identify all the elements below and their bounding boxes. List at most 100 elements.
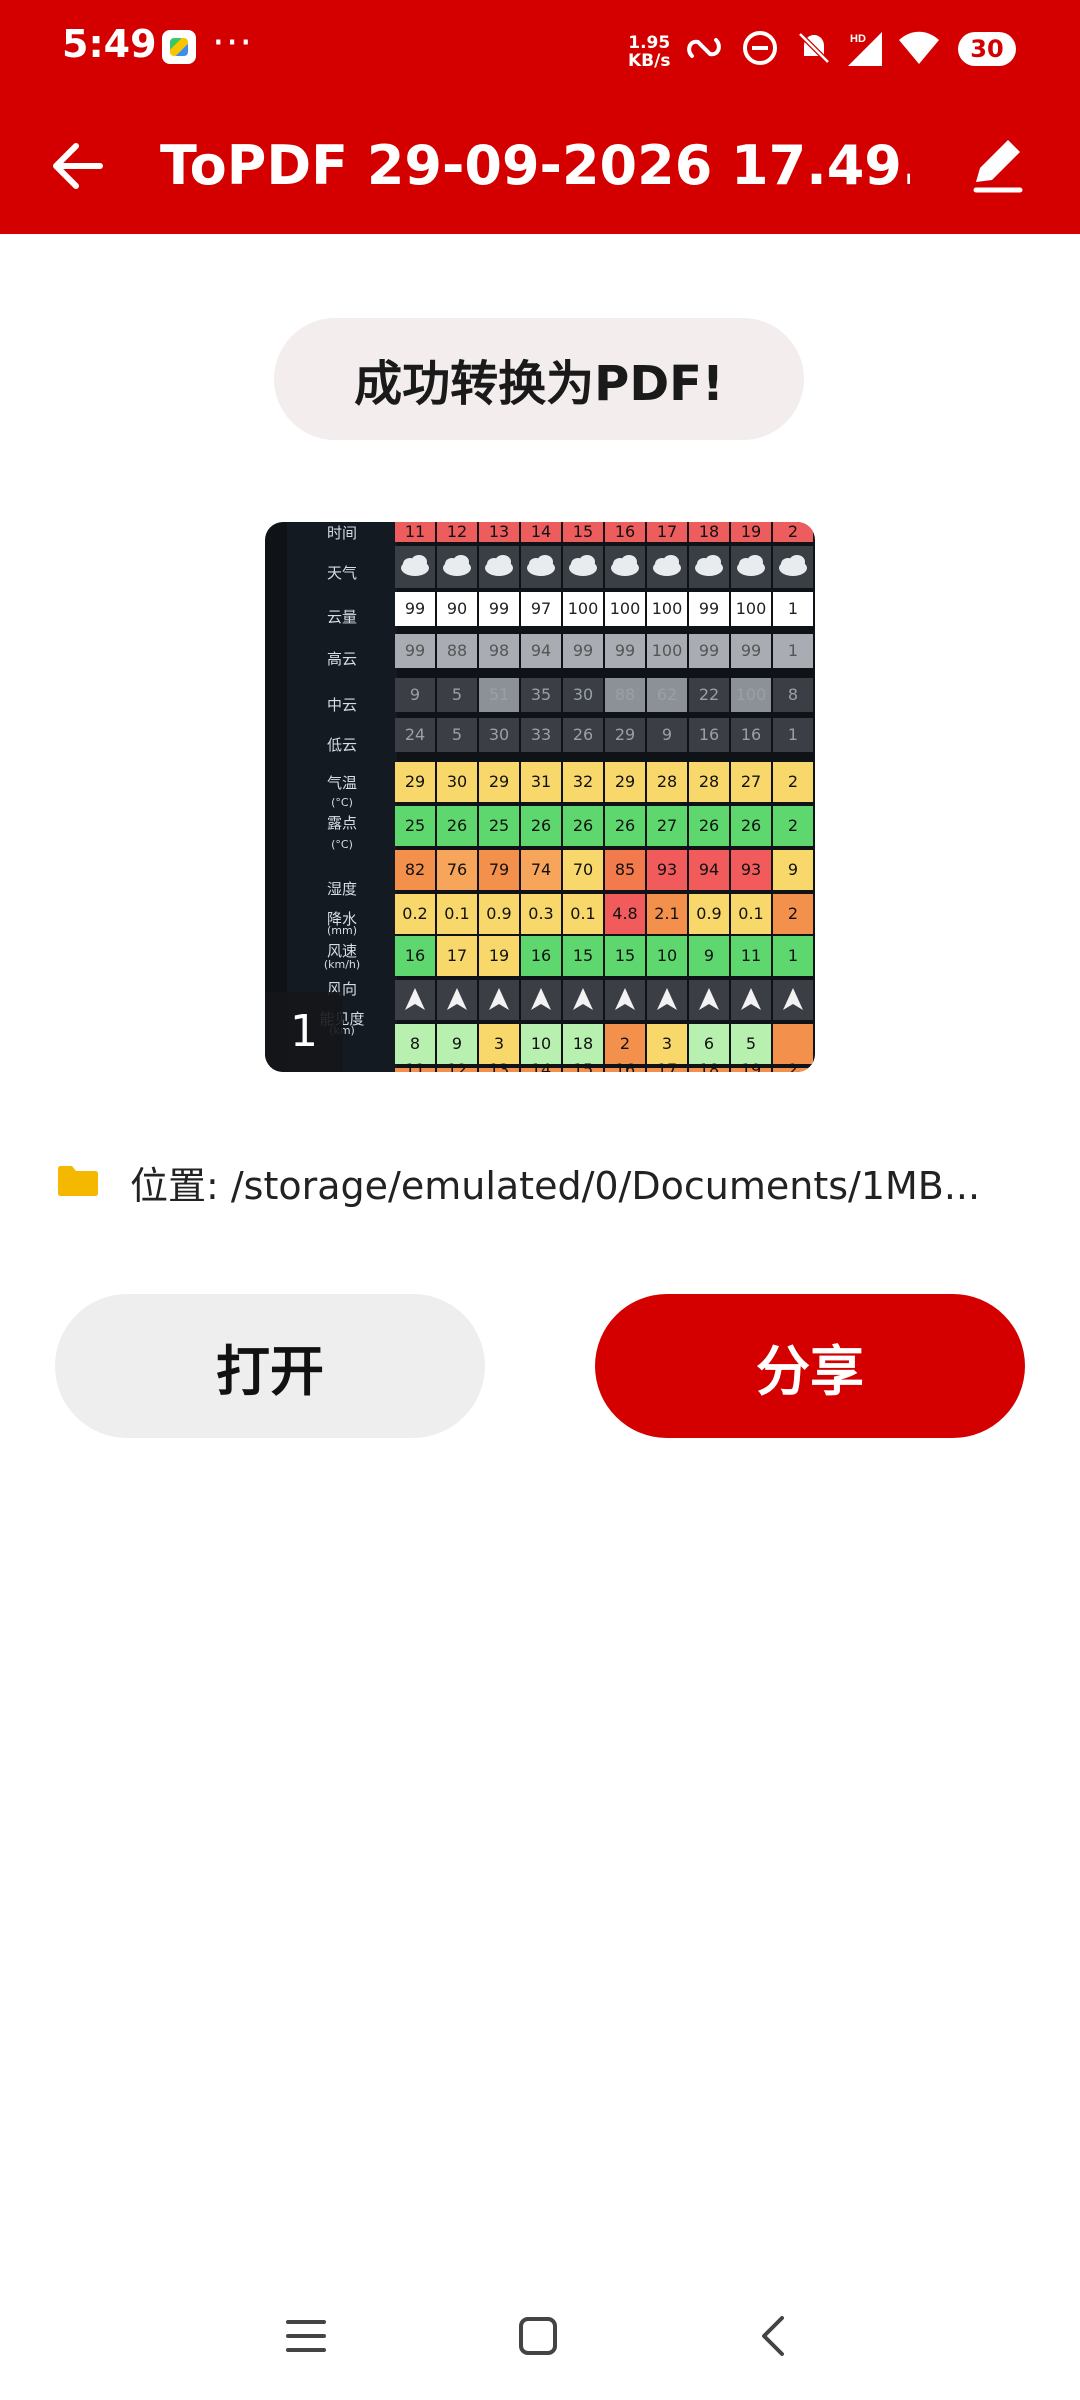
preview-cell: 97 [521, 592, 561, 626]
top-bar: 5:49 ··· 1.95 KB/s HD 30 ToPDF 29-09-202… [0, 0, 1080, 234]
preview-cell: 25 [395, 806, 435, 846]
preview-cell: 98 [479, 634, 519, 668]
back-chevron-icon[interactable] [744, 2306, 804, 2366]
wind-arrow-icon [773, 980, 813, 1020]
row-label: 露点 [326, 814, 357, 832]
preview-cell: 29 [605, 718, 645, 752]
row-labels: 时间 天气 云量 高云 中云 低云 气温 (°C) 露点 (°C) 湿度 降水 (mm) 风速 (km/h)… [287, 522, 397, 1072]
open-button[interactable]: 打开 [55, 1294, 485, 1438]
app-store-icon [162, 30, 196, 64]
preview-cell: 15 [563, 522, 603, 542]
preview-cell: 19 [731, 522, 771, 542]
preview-cell: 93 [647, 850, 687, 890]
navigation-bar [0, 2280, 1080, 2400]
preview-cell: 2 [773, 762, 813, 802]
preview-cell: 2 [773, 806, 813, 846]
status-time: 5:49 [62, 22, 157, 66]
preview-cell: 85 [605, 850, 645, 890]
row-label: 湿度 [326, 880, 357, 898]
preview-cell: 18 [689, 522, 729, 542]
preview-cell: 5 [437, 678, 477, 712]
preview-cell: 30 [437, 762, 477, 802]
cloud-icon [479, 546, 519, 588]
preview-cell: 9 [437, 1024, 477, 1064]
preview-cell: 0.1 [563, 894, 603, 934]
row-label: 云量 [326, 608, 357, 626]
preview-cell: 12 [437, 522, 477, 542]
preview-cell: 0.1 [437, 894, 477, 934]
preview-cell: 13 [479, 522, 519, 542]
menu-icon[interactable] [276, 2306, 336, 2366]
back-arrow-icon[interactable] [44, 132, 112, 200]
preview-cell: 26 [563, 806, 603, 846]
success-message: 成功转换为PDF! [274, 318, 804, 440]
preview-cell: 26 [563, 718, 603, 752]
preview-cell: 0.2 [395, 894, 435, 934]
preview-cell: 0.9 [689, 894, 729, 934]
preview-cell: 88 [437, 634, 477, 668]
preview-cell: 10 [647, 936, 687, 976]
preview-cell: 28 [647, 762, 687, 802]
preview-cell: 16 [395, 936, 435, 976]
pdf-preview-thumbnail[interactable]: 时间 天气 云量 高云 中云 低云 气温 (°C) 露点 (°C) 湿度 降水 (mm) 风速 (km/h)… [265, 522, 815, 1072]
cloud-icon [437, 546, 477, 588]
preview-cell: 9 [395, 678, 435, 712]
preview-cell: 19 [731, 1062, 771, 1072]
preview-cell: 100 [647, 634, 687, 668]
preview-cell: 15 [563, 1062, 603, 1072]
preview-cell: 9 [647, 718, 687, 752]
cloud-icon [563, 546, 603, 588]
preview-cell: 99 [395, 592, 435, 626]
preview-cell: 26 [689, 806, 729, 846]
preview-cell: 2 [773, 1062, 813, 1072]
wind-arrow-icon [605, 980, 645, 1020]
preview-cell: 2.1 [647, 894, 687, 934]
muted-bell-icon [798, 32, 830, 64]
preview-cell: 10 [521, 1024, 561, 1064]
row-label: 高云 [326, 650, 357, 668]
document-title: ToPDF 29-09-2026 17.49.25 [160, 134, 910, 197]
cloud-icon [521, 546, 561, 588]
preview-cell: 8 [395, 1024, 435, 1064]
home-square-icon[interactable] [508, 2306, 568, 2366]
preview-cell: 90 [437, 592, 477, 626]
preview-cell: 1 [773, 592, 813, 626]
net-speed-value: 1.95 [628, 33, 671, 53]
preview-cell: 29 [479, 762, 519, 802]
preview-cell: 0.9 [479, 894, 519, 934]
wind-arrow-icon [647, 980, 687, 1020]
preview-cell: 76 [437, 850, 477, 890]
share-button[interactable]: 分享 [595, 1294, 1025, 1438]
preview-cell: 26 [731, 806, 771, 846]
preview-cell: 62 [647, 678, 687, 712]
preview-cell: 74 [521, 850, 561, 890]
preview-cell: 11 [731, 936, 771, 976]
preview-cell: 28 [689, 762, 729, 802]
wind-arrow-icon [437, 980, 477, 1020]
preview-cell: 15 [605, 936, 645, 976]
preview-cell: 79 [479, 850, 519, 890]
location-path: 位置: /storage/emulated/0/Documents/1MB... [130, 1164, 981, 1208]
preview-cell: 0.3 [521, 894, 561, 934]
wifi-icon [899, 31, 939, 64]
edit-pencil-icon[interactable] [962, 128, 1034, 200]
preview-cell: 17 [437, 936, 477, 976]
preview-cell: 100 [647, 592, 687, 626]
battery-icon: 30 [958, 32, 1016, 66]
preview-cell: 93 [731, 850, 771, 890]
preview-cell: 0.1 [731, 894, 771, 934]
preview-cell: 31 [521, 762, 561, 802]
preview-cell: 3 [647, 1024, 687, 1064]
preview-cell: 100 [731, 678, 771, 712]
preview-cell: 100 [563, 592, 603, 626]
preview-cell: 35 [521, 678, 561, 712]
status-more: ··· [212, 20, 254, 66]
preview-cell: 82 [395, 850, 435, 890]
preview-cell: 5 [731, 1024, 771, 1064]
preview-cell: 2 [773, 522, 813, 542]
wind-arrow-icon [521, 980, 561, 1020]
preview-cell: 70 [563, 850, 603, 890]
cloud-icon [689, 546, 729, 588]
preview-cell: 11 [395, 1062, 435, 1072]
row-label: 气温 [326, 774, 357, 792]
